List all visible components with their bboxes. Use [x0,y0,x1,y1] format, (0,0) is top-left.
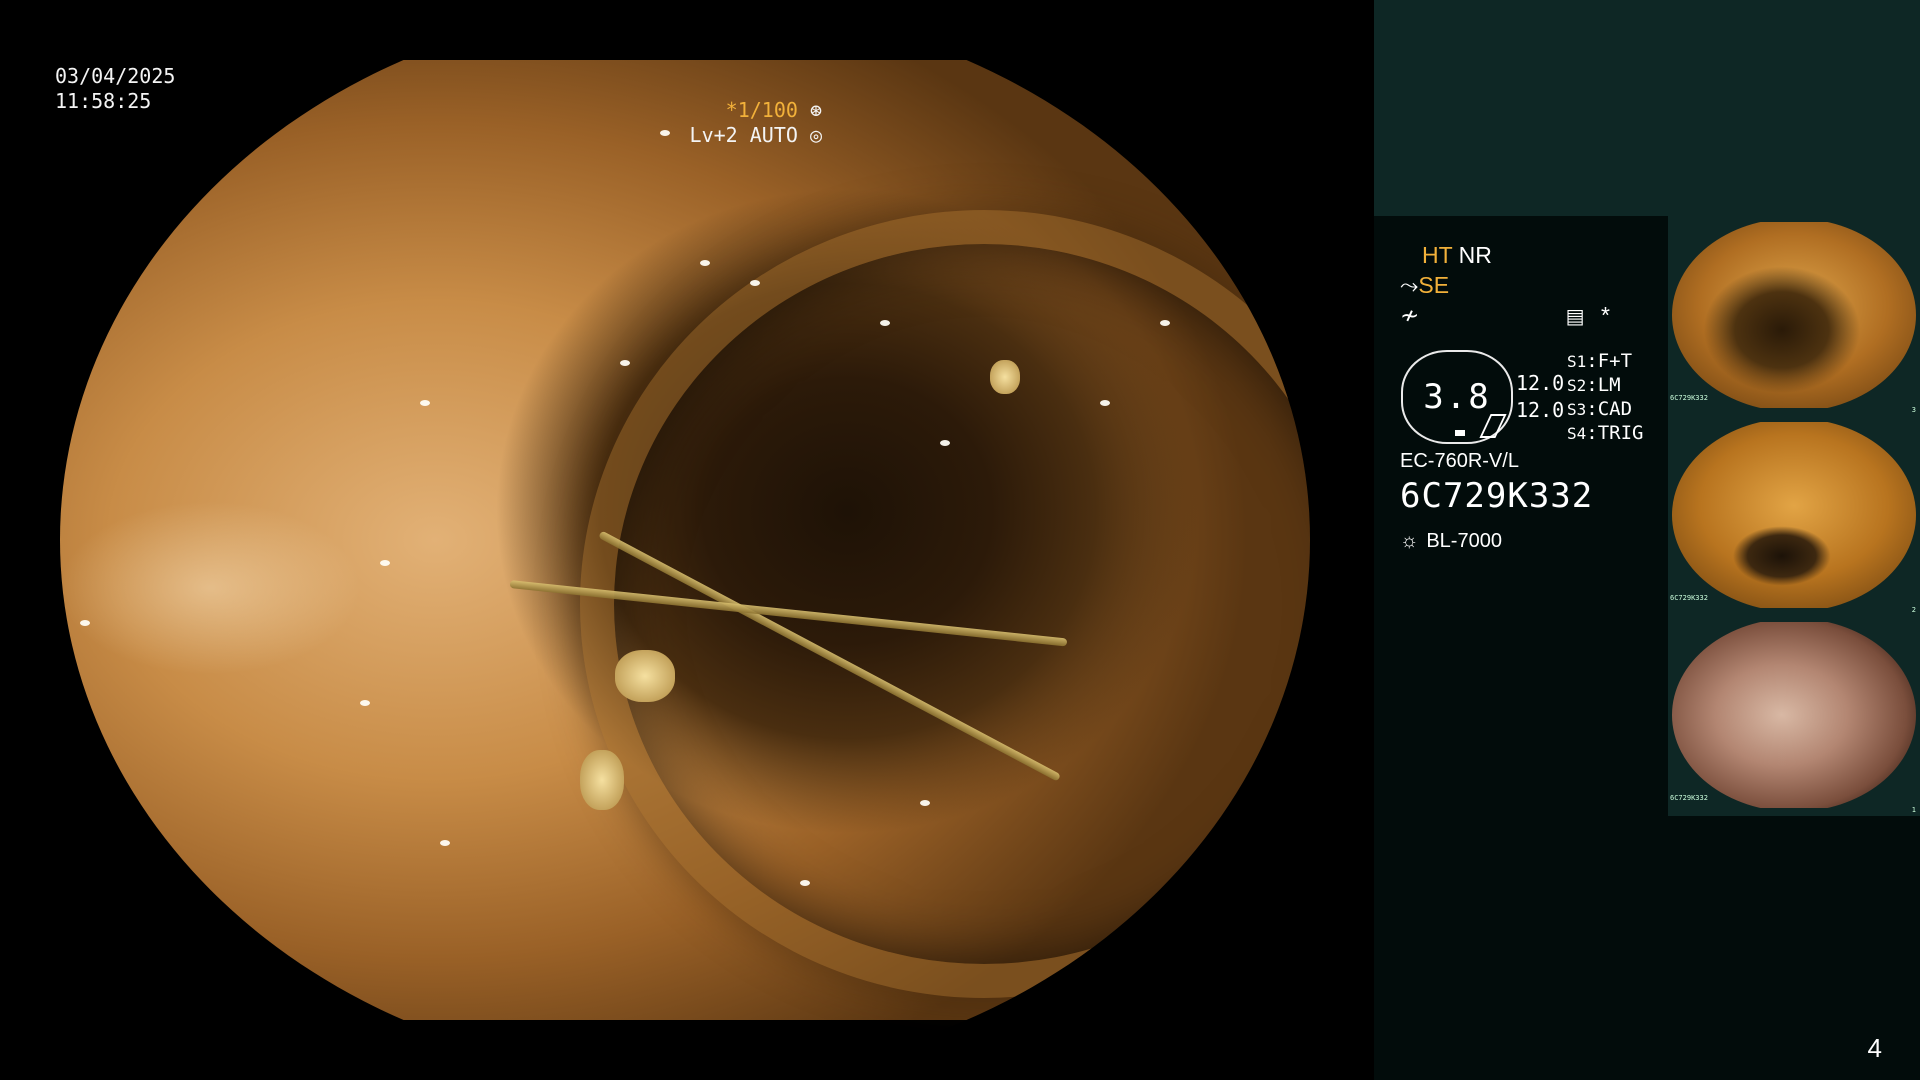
shutter-line: *1/100 ⊛ [690,98,822,123]
filter-line: ≁ ▤ * [1400,300,1650,332]
exposure-overlay: *1/100 ⊛ Lv+2 AUTO ◎ [690,98,822,148]
preset-value: TRIG [1597,422,1644,444]
date-text: 03/04/2025 [55,64,176,88]
light-source: ☼ BL-7000 [1400,530,1502,553]
specular-highlight [620,360,630,366]
thumbnail-serial: 6C729K332 [1670,794,1708,802]
endoscopy-main-view: 03/04/2025 11:58:25 *1/100 ⊛ Lv+2 AUTO ◎ [0,0,1372,1080]
auto-iris-icon: ◎ [809,123,822,147]
shutter-speed: *1/100 [725,98,798,122]
nr-label: NR [1458,242,1492,268]
thumbnail-image [1672,422,1916,608]
scope-model: EC-760R-V/L [1400,450,1519,472]
thumbnail-serial: 6C729K332 [1670,594,1708,602]
preset-value: CAD [1597,398,1633,420]
thumbnail-index: 2 [1911,606,1916,614]
value-bottom: 12.0 [1516,398,1565,422]
filter-icon: ≁ [1400,302,1420,328]
time-text: 11:58:25 [55,89,152,113]
thumbnail-image [1672,622,1916,808]
image-settings: HT NR ⤳SE ≁ ▤ * [1400,240,1650,332]
debris-particle [580,750,624,810]
endoscopic-image [60,60,1310,1020]
mode-value: 3.8 [1423,377,1491,417]
specular-highlight [360,700,370,706]
light-source-label: BL-7000 [1426,530,1502,552]
specular-highlight [920,800,930,806]
preset-s3: S3:CAD [1567,398,1633,420]
thumbnail-image [1672,222,1916,408]
se-line: ⤳SE [1400,270,1650,300]
preset-s2: S2:LM [1567,374,1621,396]
enhance-icon: ⤳ [1400,272,1419,298]
thumbnail-capture-2[interactable]: 6C729K332 2 [1668,416,1920,616]
preset-value: F+T [1597,350,1633,372]
aperture-icon: ⊛ [809,98,822,122]
mode-bar-icon [1455,430,1465,436]
scope-serial: 6C729K332 [1400,476,1594,516]
specular-highlight [380,560,390,566]
specular-highlight [660,130,670,136]
thumbnail-serial: 6C729K332 [1670,394,1708,402]
thumbnail-index: 3 [1911,406,1916,414]
se-label: SE [1418,272,1450,298]
preset-value: LM [1597,374,1621,396]
specular-highlight [1100,400,1110,406]
mode-slash-icon [1479,414,1507,438]
preset-s1: S1:F+T [1567,350,1633,372]
brightness-level: Lv+2 AUTO [689,123,798,147]
debris-particle [615,650,675,702]
value-top: 12.0 [1516,371,1565,395]
level-line: Lv+2 AUTO ◎ [690,123,822,148]
light-bulb-icon: ☼ [1400,530,1419,552]
asterisk-marker: * [1600,302,1610,328]
ht-label: HT [1422,242,1453,268]
observation-mode-indicator: 3.8 [1401,350,1513,444]
page-number: 4 [1867,1033,1882,1063]
debris-particle [990,360,1020,394]
panel-header [1374,0,1920,216]
thumbnail-capture-3[interactable]: 6C729K332 3 [1668,216,1920,416]
preset-key: S2 [1567,376,1587,395]
datetime-overlay: 03/04/2025 11:58:25 [55,64,175,114]
memo-icon: ▤ [1565,306,1585,328]
preset-key: S1 [1567,352,1587,371]
specular-highlight [700,260,710,266]
ht-nr-line: HT NR [1400,240,1650,270]
thumbnail-capture-1[interactable]: 6C729K332 1 [1668,616,1920,816]
specular-highlight [940,440,950,446]
preset-s4: S4:TRIG [1567,422,1644,444]
specular-highlight [880,320,890,326]
specular-highlight [420,400,430,406]
preset-key: S3 [1567,400,1587,419]
specular-highlight [800,880,810,886]
specular-highlight [440,840,450,846]
specular-highlight [80,620,90,626]
specular-highlight [750,280,760,286]
preset-key: S4 [1567,424,1587,443]
thumbnail-index: 1 [1911,806,1916,814]
specular-highlight [1160,320,1170,326]
